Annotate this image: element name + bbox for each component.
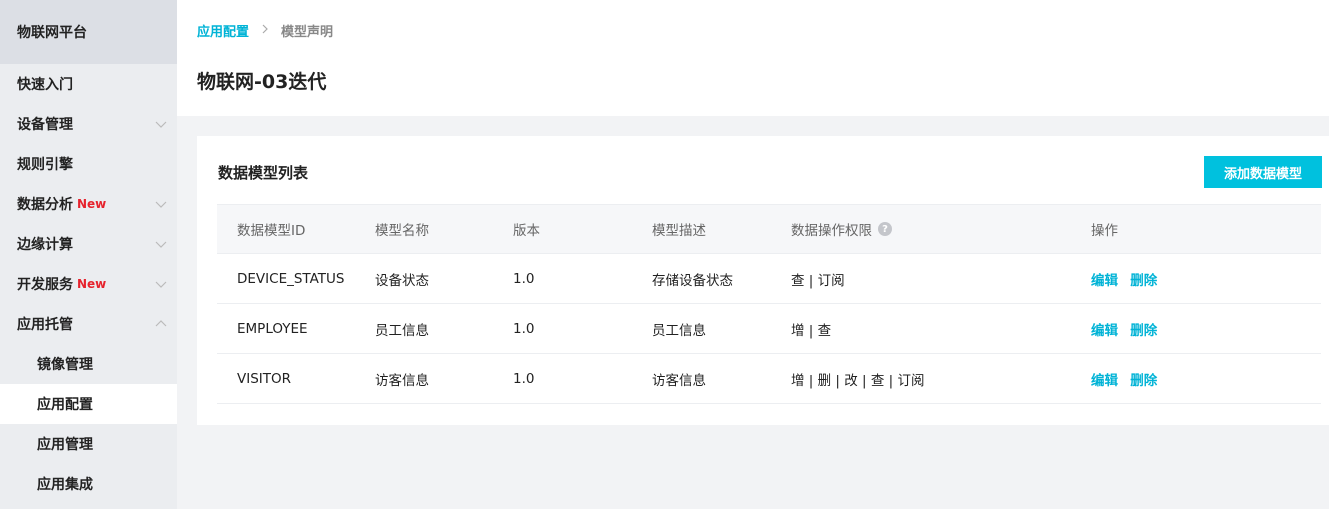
sidebar-item-label: 快速入门 (17, 77, 73, 93)
sidebar-item-quickstart[interactable]: 快速入门 (0, 64, 177, 104)
breadcrumb-current: 模型声明 (281, 25, 334, 40)
delete-link[interactable]: 删除 (1130, 373, 1157, 389)
cell-id: DEVICE_STATUS (237, 270, 345, 287)
sidebar-subitem-app-management[interactable]: 应用管理 (0, 424, 177, 464)
breadcrumb: 应用配置 模型声明 (197, 21, 333, 40)
cell-name: 员工信息 (375, 322, 429, 339)
sidebar-nav: 快速入门 设备管理 规则引擎 数据分析 New 边缘计算 开发服务 New 应用… (0, 64, 177, 504)
column-header-name: 模型名称 (375, 223, 429, 239)
cell-actions: 编辑 删除 (1091, 369, 1221, 389)
chevron-down-icon (155, 238, 167, 250)
sidebar-item-label: 规则引擎 (17, 157, 73, 173)
sidebar-item-label: 开发服务 (17, 277, 73, 293)
data-model-table: 数据模型ID 模型名称 版本 模型描述 数据操作权限 ? 操作 DEVICE_S… (217, 204, 1321, 404)
cell-actions: 编辑 删除 (1091, 269, 1221, 289)
sidebar-item-label: 边缘计算 (17, 237, 73, 253)
sidebar-subitem-label: 应用配置 (37, 397, 93, 413)
help-icon[interactable]: ? (878, 222, 892, 236)
edit-link[interactable]: 编辑 (1091, 373, 1118, 389)
cell-name: 设备状态 (375, 272, 429, 289)
cell-permissions: 查 | 订阅 (791, 272, 845, 289)
cell-name: 访客信息 (375, 372, 429, 389)
breadcrumb-link[interactable]: 应用配置 (197, 21, 249, 40)
edit-link[interactable]: 编辑 (1091, 323, 1118, 339)
sidebar-subitem-label: 应用管理 (37, 437, 93, 453)
sidebar-item-rule-engine[interactable]: 规则引擎 (0, 144, 177, 184)
cell-description: 存储设备状态 (652, 272, 733, 289)
delete-link[interactable]: 删除 (1130, 323, 1157, 339)
sidebar-subitem-label: 镜像管理 (37, 357, 93, 373)
delete-link[interactable]: 删除 (1130, 273, 1157, 289)
page-title: 物联网-03迭代 (197, 71, 327, 93)
data-model-card: 数据模型列表 添加数据模型 数据模型ID 模型名称 版本 模型描述 数据操作权限… (197, 136, 1329, 425)
table-header: 数据模型ID 模型名称 版本 模型描述 数据操作权限 ? 操作 (217, 204, 1321, 254)
table-row: VISITOR 访客信息 1.0 访客信息 增 | 删 | 改 | 查 | 订阅… (217, 354, 1321, 404)
sidebar-subitem-app-integration[interactable]: 应用集成 (0, 464, 177, 504)
cell-version: 1.0 (513, 320, 535, 337)
column-header-permissions-label: 数据操作权限 (791, 223, 872, 239)
chevron-right-icon (261, 23, 269, 38)
sidebar-item-edge-computing[interactable]: 边缘计算 (0, 224, 177, 264)
edit-link[interactable]: 编辑 (1091, 273, 1118, 289)
cell-version: 1.0 (513, 370, 535, 387)
chevron-up-icon (155, 318, 167, 330)
column-header-version: 版本 (513, 223, 540, 239)
chevron-down-icon (155, 118, 167, 130)
cell-id: VISITOR (237, 370, 292, 387)
sidebar-item-label: 数据分析 (17, 197, 73, 213)
table-row: DEVICE_STATUS 设备状态 1.0 存储设备状态 查 | 订阅 编辑 … (217, 254, 1321, 304)
page-header: 应用配置 模型声明 物联网-03迭代 (177, 0, 1329, 116)
sidebar: 物联网平台 快速入门 设备管理 规则引擎 数据分析 New 边缘计算 开发服务 … (0, 0, 177, 509)
sidebar-item-data-analysis[interactable]: 数据分析 New (0, 184, 177, 224)
sidebar-subitem-label: 应用集成 (37, 477, 93, 493)
table-row: EMPLOYEE 员工信息 1.0 员工信息 增 | 查 编辑 删除 (217, 304, 1321, 354)
sidebar-item-app-hosting[interactable]: 应用托管 (0, 304, 177, 344)
column-header-permissions: 数据操作权限 ? (791, 219, 1091, 239)
sidebar-item-dev-services[interactable]: 开发服务 New (0, 264, 177, 304)
sidebar-item-label: 应用托管 (17, 317, 73, 333)
sidebar-item-label: 设备管理 (17, 117, 73, 133)
sidebar-subitem-image-management[interactable]: 镜像管理 (0, 344, 177, 384)
cell-description: 访客信息 (652, 372, 706, 389)
cell-permissions: 增 | 删 | 改 | 查 | 订阅 (791, 372, 925, 389)
card-title: 数据模型列表 (218, 164, 309, 182)
cell-permissions: 增 | 查 (791, 322, 832, 339)
cell-version: 1.0 (513, 270, 535, 287)
column-header-id: 数据模型ID (237, 223, 306, 239)
new-badge: New (77, 197, 107, 211)
new-badge: New (77, 277, 107, 291)
column-header-description: 模型描述 (652, 223, 706, 239)
sidebar-subitem-app-config[interactable]: 应用配置 (0, 384, 177, 424)
column-header-actions: 操作 (1091, 223, 1118, 239)
add-data-model-button[interactable]: 添加数据模型 (1204, 156, 1322, 188)
cell-actions: 编辑 删除 (1091, 319, 1221, 339)
cell-description: 员工信息 (652, 322, 706, 339)
sidebar-item-device-management[interactable]: 设备管理 (0, 104, 177, 144)
chevron-down-icon (155, 198, 167, 210)
chevron-down-icon (155, 278, 167, 290)
brand-title[interactable]: 物联网平台 (0, 0, 177, 64)
cell-id: EMPLOYEE (237, 320, 308, 337)
